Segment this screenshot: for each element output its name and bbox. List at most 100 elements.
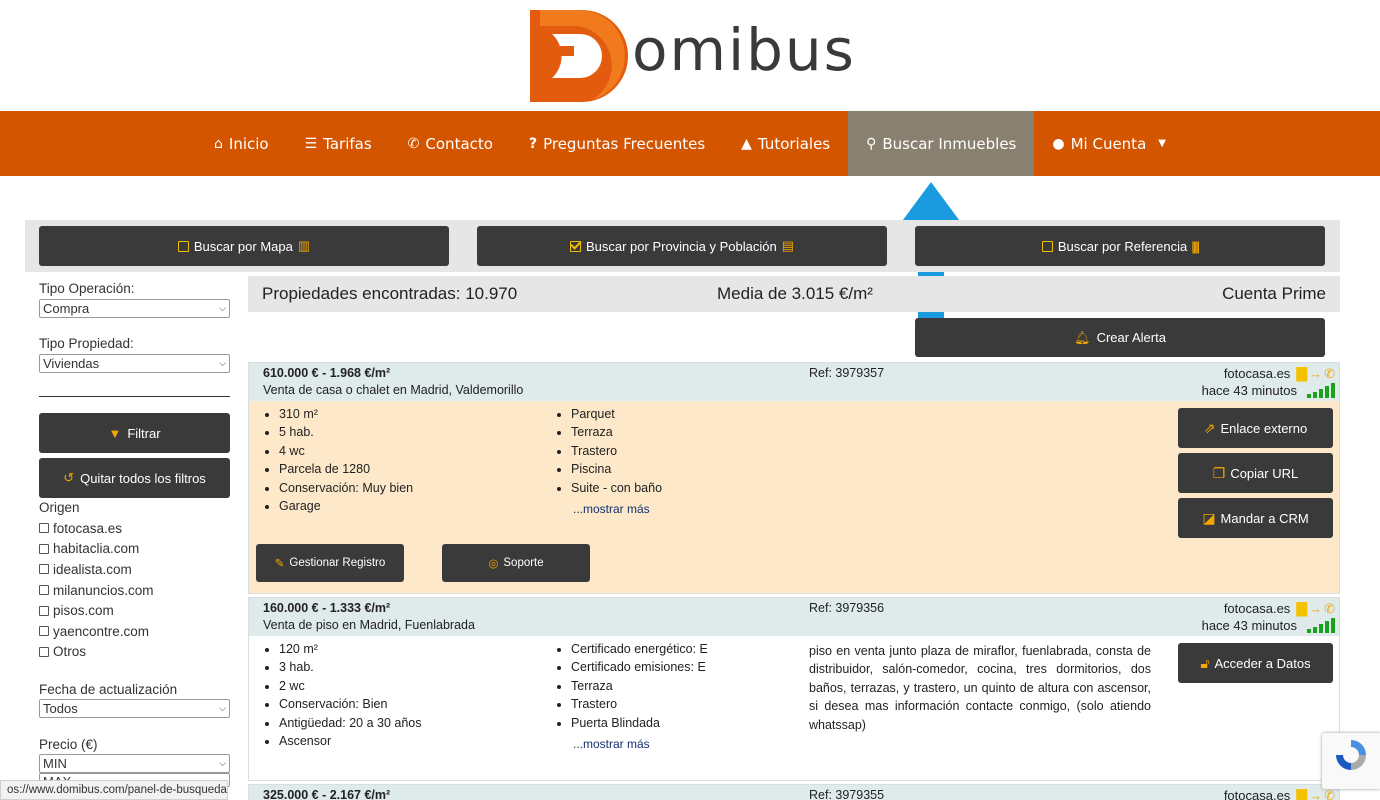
arrow-right-icon: →	[1309, 788, 1323, 800]
precio-min-select[interactable]: MIN ⌵	[39, 754, 230, 773]
features-list: Parquet Terraza Trastero Piscina Suite -…	[541, 405, 662, 497]
domibus-logo[interactable]: omibus	[522, 6, 854, 106]
feature-item: 4 wc	[279, 442, 413, 460]
features-list: 310 m² 5 hab. 4 wc Parcela de 1280 Conse…	[249, 405, 413, 515]
listing-price: 610.000 € - 1.968 €/m²	[263, 366, 391, 380]
external-link-button[interactable]: ⇗ Enlace externo	[1178, 408, 1333, 448]
phone-icon: ✆	[407, 135, 420, 152]
origin-option[interactable]: fotocasa.es	[39, 518, 230, 539]
nav-item-mi-cuenta[interactable]: ● Mi Cuenta ▼	[1034, 111, 1184, 176]
features-list: 120 m² 3 hab. 2 wc Conservación: Bien An…	[249, 640, 421, 750]
feature-item: Conservación: Bien	[279, 695, 421, 713]
filter-button[interactable]: ▼ Filtrar	[39, 413, 230, 453]
search-by-province-button[interactable]: Buscar por Provincia y Población ▤	[477, 226, 887, 266]
copy-icon: ❐	[1212, 464, 1226, 481]
results-average: Media de 3.015 €/m²	[717, 284, 873, 303]
phone-icon[interactable]: ✆	[1324, 788, 1335, 800]
origin-option[interactable]: pisos.com	[39, 600, 230, 621]
checkbox-icon	[39, 543, 49, 554]
main-nav: ⌂ Inicio ☰ Tarifas ✆ Contacto ? Pregunta…	[0, 111, 1380, 176]
tipo-propiedad-value: Viviendas	[43, 356, 100, 371]
tipo-propiedad-select[interactable]: Viviendas ⌵	[39, 354, 230, 373]
question-icon: ?	[528, 135, 538, 152]
feature-item: Terraza	[571, 677, 708, 695]
nav-item-contacto[interactable]: ✆ Contacto	[390, 111, 511, 176]
document-icon[interactable]: ▇	[1296, 600, 1307, 617]
fecha-value: Todos	[43, 701, 78, 716]
feature-item: Trastero	[571, 695, 708, 713]
origin-option-label: milanuncios.com	[53, 582, 154, 598]
feature-item: Parcela de 1280	[279, 460, 413, 478]
checkbox-icon	[39, 626, 49, 637]
origin-option-label: yaencontre.com	[53, 623, 150, 639]
nav-label: Preguntas Frecuentes	[543, 134, 706, 153]
listing-body: 310 m² 5 hab. 4 wc Parcela de 1280 Conse…	[249, 401, 1339, 593]
access-data-button[interactable]: 🔓︎ Acceder a Datos	[1178, 643, 1333, 683]
listing-price: 160.000 € - 1.333 €/m²	[263, 601, 391, 615]
manage-record-label: Gestionar Registro	[289, 557, 386, 569]
chevron-down-icon: ⌵	[219, 303, 226, 313]
origin-option[interactable]: yaencontre.com	[39, 621, 230, 642]
chevron-down-icon: ▼	[1158, 138, 1166, 149]
graduation-cap-icon: ▲	[741, 135, 752, 152]
listing-body: 120 m² 3 hab. 2 wc Conservación: Bien An…	[249, 636, 1339, 780]
search-by-reference-label: Buscar por Referencia	[1057, 238, 1188, 254]
copy-url-button[interactable]: ❐ Copiar URL	[1178, 453, 1333, 493]
document-icon[interactable]: ▇	[1296, 365, 1307, 382]
origin-option[interactable]: habitaclia.com	[39, 539, 230, 560]
nav-item-preguntas[interactable]: ? Preguntas Frecuentes	[511, 111, 723, 176]
listing-source-label: fotocasa.es	[1223, 788, 1291, 800]
access-data-label: Acceder a Datos	[1214, 655, 1311, 671]
listing-title[interactable]: Venta de casa o chalet en Madrid, Valdem…	[263, 383, 523, 397]
feature-item: Puerta Blindada	[571, 714, 708, 732]
home-icon: ⌂	[214, 135, 223, 152]
origin-option[interactable]: idealista.com	[39, 559, 230, 580]
origin-option[interactable]: milanuncios.com	[39, 580, 230, 601]
checkbox-icon	[39, 523, 49, 534]
listing-title[interactable]: Venta de piso en Madrid, Fuenlabrada	[263, 618, 475, 632]
nav-label: Inicio	[228, 134, 269, 153]
divider	[39, 396, 230, 397]
tipo-operacion-label: Tipo Operación:	[39, 281, 135, 296]
nav-item-tutoriales[interactable]: ▲ Tutoriales	[723, 111, 848, 176]
feature-item: Piscina	[571, 460, 662, 478]
search-by-map-button[interactable]: Buscar por Mapa ▥	[39, 226, 449, 266]
origin-list: fotocasa.es habitaclia.com idealista.com…	[39, 518, 230, 662]
show-more-link[interactable]: ...mostrar más	[573, 502, 650, 516]
send-to-crm-button[interactable]: ◪ Mandar a CRM	[1178, 498, 1333, 538]
nav-item-buscar-inmuebles[interactable]: ⚲ Buscar Inmuebles	[848, 111, 1035, 176]
map-icon: ▥	[297, 238, 311, 253]
funnel-icon: ▼	[108, 425, 122, 441]
create-alert-button[interactable]: 🔔︎ Crear Alerta	[915, 318, 1325, 357]
unlock-icon: 🔓︎	[1200, 654, 1210, 671]
nav-item-inicio[interactable]: ⌂ Inicio	[196, 111, 287, 176]
search-by-province-label: Buscar por Provincia y Población	[585, 238, 777, 254]
listing-time-label: hace 43 minutos	[1201, 618, 1297, 633]
nav-item-tarifas[interactable]: ☰ Tarifas	[287, 111, 390, 176]
phone-icon[interactable]: ✆	[1324, 366, 1335, 382]
chevron-down-icon: ⌵	[219, 703, 226, 713]
checkbox-icon	[39, 585, 49, 596]
external-link-label: Enlace externo	[1220, 420, 1308, 436]
listing-ref: Ref: 3979356	[809, 601, 885, 615]
search-by-reference-button[interactable]: Buscar por Referencia |||||	[915, 226, 1325, 266]
precio-min-value: MIN	[43, 756, 67, 771]
precio-label: Precio (€)	[39, 737, 98, 752]
listing-source: fotocasa.es ▇ → ✆	[1224, 787, 1335, 800]
listing-source: fotocasa.es ▇ → ✆	[1224, 365, 1335, 382]
origin-option[interactable]: Otros	[39, 642, 230, 663]
listing-source-label: fotocasa.es	[1223, 601, 1291, 616]
tipo-operacion-select[interactable]: Compra ⌵	[39, 299, 230, 318]
chevron-down-icon: ⌵	[219, 758, 226, 768]
clear-filters-button[interactable]: ↺ Quitar todos los filtros	[39, 458, 230, 498]
show-more-link[interactable]: ...mostrar más	[573, 737, 650, 751]
manage-record-button[interactable]: ✎ Gestionar Registro	[256, 544, 404, 582]
search-by-map-label: Buscar por Mapa	[193, 238, 293, 254]
phone-icon[interactable]: ✆	[1324, 601, 1335, 617]
listing-price: 325.000 € - 2.167 €/m²	[263, 788, 391, 800]
feature-item: Certificado emisiones: E	[571, 658, 708, 676]
document-icon[interactable]: ▇	[1296, 787, 1307, 800]
support-button[interactable]: ◎ Soporte	[442, 544, 590, 582]
recaptcha-badge[interactable]	[1322, 733, 1380, 789]
fecha-select[interactable]: Todos ⌵	[39, 699, 230, 718]
